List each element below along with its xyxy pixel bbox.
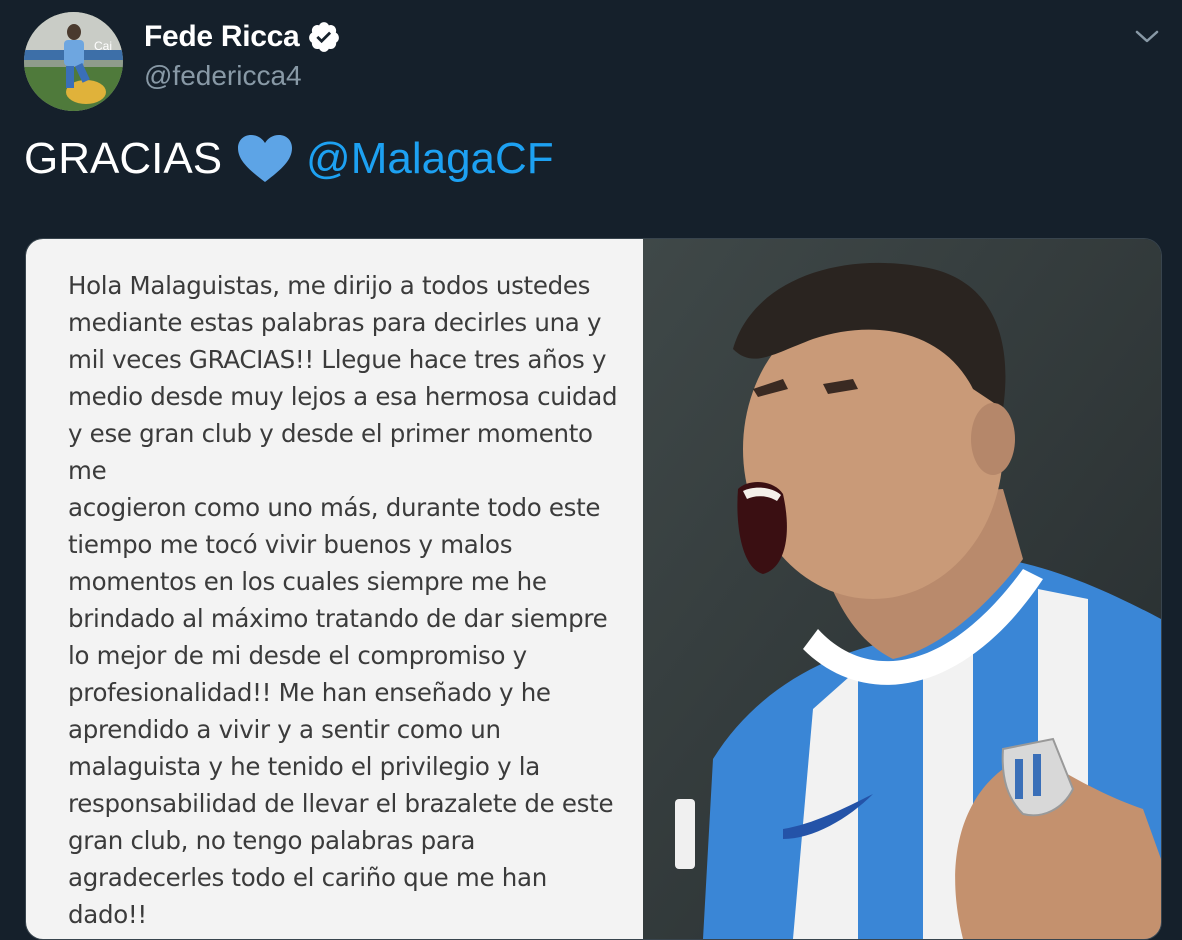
- user-handle[interactable]: @federicca4: [144, 60, 302, 92]
- tweet-text: GRACIAS @MalagaCF: [24, 134, 554, 184]
- mention-link[interactable]: @MalagaCF: [306, 134, 554, 184]
- player-photo: [643, 239, 1161, 939]
- display-name[interactable]: Fede Ricca: [144, 20, 300, 54]
- tweet-text-prefix: GRACIAS: [24, 134, 223, 183]
- avatar-image: Cai: [24, 12, 123, 111]
- chevron-down-icon[interactable]: [1132, 22, 1162, 52]
- letter-text: Hola Malaguistas, me dirijo a todos uste…: [68, 271, 618, 939]
- verified-badge-icon: [307, 20, 341, 54]
- tweet-media[interactable]: Hola Malaguistas, me dirijo a todos uste…: [25, 238, 1162, 940]
- blue-heart-icon: [236, 134, 294, 184]
- display-name-row[interactable]: Fede Ricca: [144, 20, 341, 54]
- profile-avatar[interactable]: Cai: [24, 12, 123, 111]
- letter-image: Hola Malaguistas, me dirijo a todos uste…: [26, 239, 643, 939]
- svg-text:Cai: Cai: [94, 39, 112, 53]
